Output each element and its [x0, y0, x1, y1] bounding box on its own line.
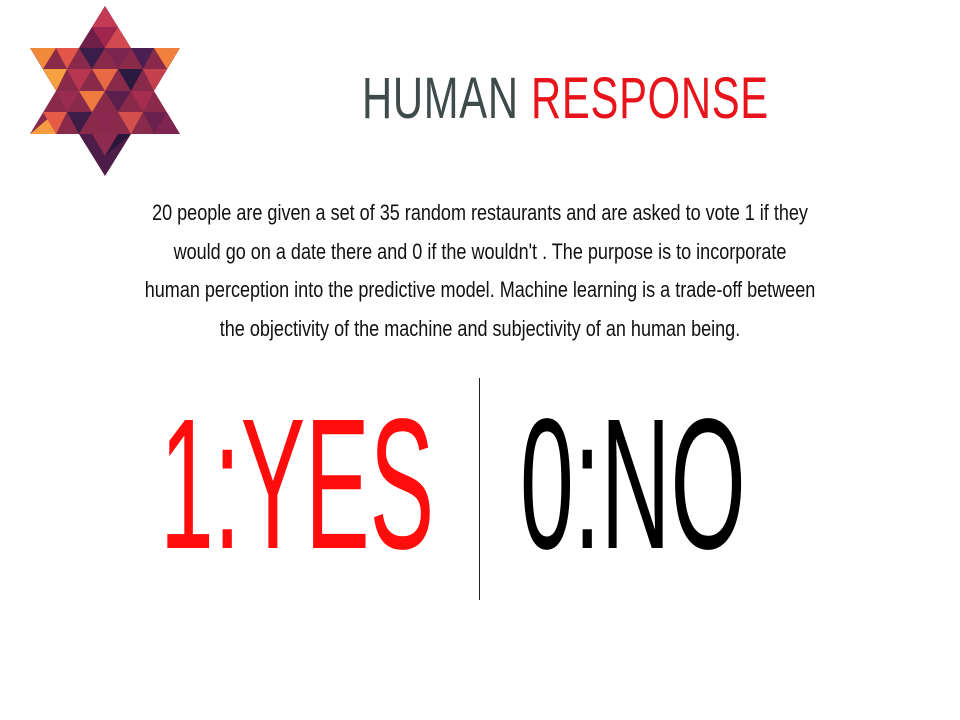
- description-paragraph: 20 people are given a set of 35 random r…: [144, 200, 816, 341]
- yes-label: 1:YES: [160, 381, 435, 588]
- description-text: 20 people are given a set of 35 random r…: [70, 194, 890, 348]
- vertical-divider: [479, 378, 480, 600]
- slide-title: HUMAN RESPONSE: [362, 64, 768, 134]
- title-part-response: RESPONSE: [531, 66, 769, 131]
- hexagram-logo-icon: [30, 6, 180, 176]
- title-part-human: HUMAN: [362, 66, 532, 131]
- no-label: 0:NO: [520, 381, 746, 588]
- slide: HUMAN RESPONSE 20 people are given a set…: [0, 0, 960, 720]
